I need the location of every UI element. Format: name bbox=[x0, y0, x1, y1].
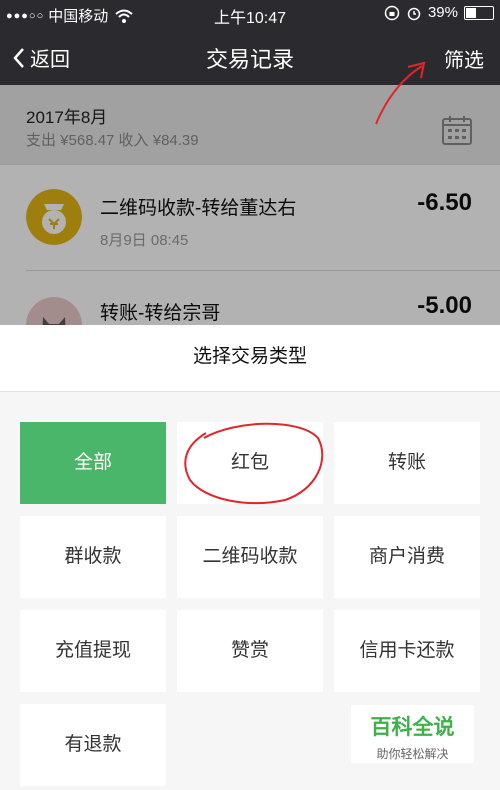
annotation-arrow bbox=[375, 65, 423, 125]
annotation-circle bbox=[184, 422, 324, 505]
annotation-layer bbox=[184, 61, 426, 505]
